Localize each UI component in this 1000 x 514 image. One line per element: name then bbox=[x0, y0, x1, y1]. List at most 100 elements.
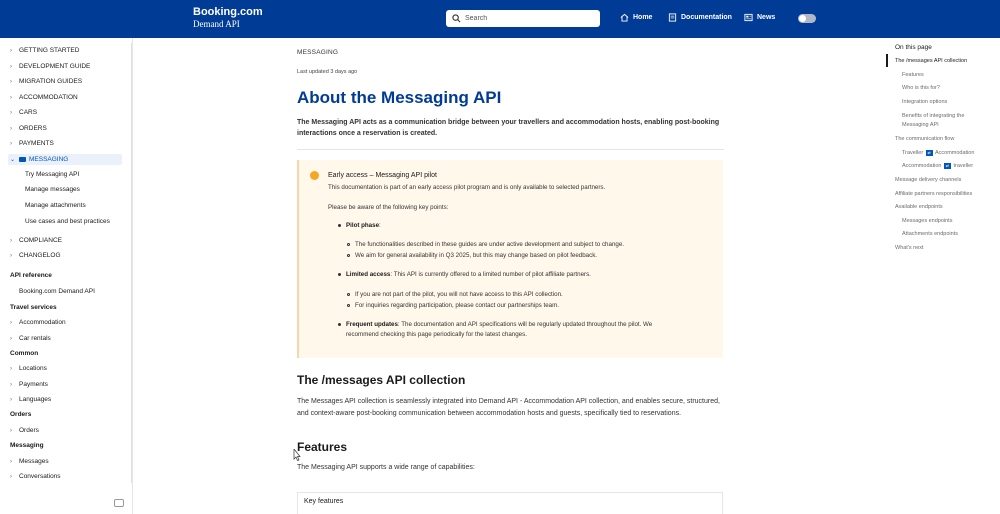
callout-bullet-frequent-cont: recommend checking this page periodicall… bbox=[346, 331, 527, 338]
callout-bullet-frequent: Frequent updates: The documentation and … bbox=[338, 321, 652, 328]
sidebar-item-ref-messages[interactable]: › Messages bbox=[10, 458, 49, 465]
theme-toggle[interactable] bbox=[798, 14, 816, 23]
nav-home-label: Home bbox=[633, 14, 653, 21]
toc-item-collection[interactable]: The /messages API collection bbox=[895, 57, 967, 65]
toc-item-benefits[interactable]: Benefits of integrating the bbox=[902, 112, 964, 120]
chevron-down-icon: ⌄ bbox=[10, 157, 16, 163]
sidebar-heading-common: Common bbox=[10, 350, 39, 357]
sidebar-item-compliance[interactable]: › COMPLIANCE bbox=[10, 237, 62, 244]
chevron-right-icon: › bbox=[10, 320, 12, 326]
product-name: Demand API bbox=[193, 19, 240, 29]
chevron-right-icon: › bbox=[10, 366, 12, 372]
callout-intro: This documentation is part of an early a… bbox=[328, 184, 606, 191]
toc-item-communication-flow[interactable]: The communication flow bbox=[895, 135, 954, 143]
toc-item-attachments-endpoints[interactable]: Attachments endpoints bbox=[902, 230, 958, 238]
sidebar-item-payments[interactable]: › PAYMENTS bbox=[10, 140, 54, 147]
chevron-right-icon: › bbox=[10, 382, 12, 388]
sidebar-item-ref-conversations[interactable]: › Conversations bbox=[10, 473, 61, 480]
sidebar-item-changelog[interactable]: › CHANGELOG bbox=[10, 252, 61, 259]
swap-arrow-icon: ⇄ bbox=[925, 149, 933, 156]
nav-news-label: News bbox=[757, 14, 776, 21]
sidebar-scrollbar[interactable] bbox=[131, 43, 132, 483]
sidebar-item-ref-locations[interactable]: › Locations bbox=[10, 365, 47, 372]
nav-home[interactable]: Home bbox=[620, 13, 652, 22]
chevron-right-icon: › bbox=[10, 459, 12, 465]
toc-title: On this page bbox=[895, 44, 932, 51]
sidebar-heading-travel-services: Travel services bbox=[10, 304, 57, 311]
sidebar-item-getting-started[interactable]: › GETTING STARTED bbox=[10, 47, 79, 54]
toc-item-delivery-channels[interactable]: Message delivery channels bbox=[895, 176, 961, 184]
sidebar-item-manage-messages[interactable]: Manage messages bbox=[25, 186, 80, 193]
section-heading-features: Features bbox=[297, 440, 348, 454]
nav-documentation-label: Documentation bbox=[681, 14, 732, 21]
toc-item-flow-traveller[interactable]: Traveller ⇄ Accommodation bbox=[902, 149, 974, 157]
toc-item-integration-options[interactable]: Integration options bbox=[902, 98, 947, 106]
key-features-header: Key features bbox=[304, 498, 344, 505]
sidebar-item-cars[interactable]: › CARS bbox=[10, 109, 37, 116]
sidebar-item-ref-payments[interactable]: › Payments bbox=[10, 381, 48, 388]
early-access-callout: Early access – Messaging API pilot This … bbox=[297, 160, 723, 358]
document-icon bbox=[668, 13, 677, 22]
toc-item-messages-endpoints[interactable]: Messages endpoints bbox=[902, 217, 952, 225]
bullet-icon bbox=[347, 242, 350, 246]
toc-item-whats-next[interactable]: What's next bbox=[895, 244, 924, 252]
sidebar-item-try-messaging-api[interactable]: Try Messaging API bbox=[25, 171, 79, 178]
bullet-icon bbox=[347, 303, 350, 307]
chevron-right-icon: › bbox=[10, 336, 12, 342]
chevron-right-icon: › bbox=[10, 126, 12, 132]
sidebar-heading-orders: Orders bbox=[10, 411, 32, 418]
toc-item-available-endpoints[interactable]: Available endpoints bbox=[895, 203, 943, 211]
chevron-right-icon: › bbox=[10, 253, 12, 259]
toc-item-features[interactable]: Features bbox=[902, 71, 924, 79]
toc-item-who[interactable]: Who is this for? bbox=[902, 84, 940, 92]
sidebar-item-messaging[interactable]: ⌄ MESSAGING bbox=[10, 156, 68, 163]
callout-subbullet: For inquiries regarding participation, p… bbox=[347, 302, 559, 309]
callout-subbullet: If you are not part of the pilot, you wi… bbox=[347, 291, 563, 298]
chevron-right-icon: › bbox=[10, 397, 12, 403]
sidebar-item-ref-languages[interactable]: › Languages bbox=[10, 396, 51, 403]
key-features-table: Key features bbox=[297, 492, 723, 514]
sidebar-item-use-cases[interactable]: Use cases and best practices bbox=[25, 218, 110, 225]
nav-news[interactable]: News bbox=[744, 13, 775, 22]
section-heading-collection: The /messages API collection bbox=[297, 373, 466, 387]
callout-subbullet: The functionalities described in these g… bbox=[347, 241, 624, 248]
nav-documentation[interactable]: Documentation bbox=[668, 13, 732, 22]
sidebar-item-ref-car-rentals[interactable]: › Car rentals bbox=[10, 335, 51, 342]
top-navigation-bar: Booking.com Demand API Home Documentatio… bbox=[0, 0, 1000, 38]
sidebar-heading-api-reference: API reference bbox=[10, 272, 52, 279]
sidebar-item-demand-api[interactable]: Booking.com Demand API bbox=[19, 288, 95, 295]
callout-subbullet: We aim for general availability in Q3 20… bbox=[347, 252, 597, 259]
toc-item-flow-accommodation[interactable]: Accommodation ⇄ traveller bbox=[902, 162, 973, 170]
callout-bullet-limited: Limited access: This API is currently of… bbox=[338, 271, 591, 278]
search-icon bbox=[452, 14, 461, 23]
sidebar-item-ref-accommodation[interactable]: › Accommodation bbox=[10, 319, 66, 326]
brand-logo[interactable]: Booking.com Demand API bbox=[193, 6, 263, 30]
chevron-right-icon: › bbox=[10, 79, 12, 85]
breadcrumb[interactable]: MESSAGING bbox=[297, 49, 338, 56]
brand-name: Booking.com bbox=[193, 6, 263, 18]
toc-active-indicator bbox=[886, 54, 888, 67]
sidebar-item-manage-attachments[interactable]: Manage attachments bbox=[25, 202, 86, 209]
bullet-icon bbox=[338, 322, 341, 326]
sidebar-item-ref-orders[interactable]: › Orders bbox=[10, 427, 39, 434]
callout-bullet-pilot: Pilot phase: bbox=[338, 222, 381, 229]
sidebar-item-orders[interactable]: › ORDERS bbox=[10, 125, 47, 132]
chevron-right-icon: › bbox=[10, 64, 12, 70]
callout-title: Early access – Messaging API pilot bbox=[328, 172, 437, 179]
home-icon bbox=[620, 13, 629, 22]
bullet-icon bbox=[347, 292, 350, 296]
search-box[interactable] bbox=[446, 10, 600, 27]
callout-aware: Please be aware of the following key poi… bbox=[328, 204, 449, 211]
page-lead: The Messaging API acts as a communicatio… bbox=[297, 119, 720, 137]
sidebar-item-accommodation[interactable]: › ACCOMMODATION bbox=[10, 94, 78, 101]
sidebar-item-development-guide[interactable]: › DEVELOPMENT GUIDE bbox=[10, 63, 90, 70]
bullet-icon bbox=[338, 272, 341, 276]
swap-arrow-icon: ⇄ bbox=[943, 162, 951, 169]
page-title: About the Messaging API bbox=[297, 88, 502, 107]
toc-item-responsibilities[interactable]: Affiliate partners responsibilities bbox=[895, 190, 972, 198]
sidebar-item-migration-guides[interactable]: › MIGRATION GUIDES bbox=[10, 78, 82, 85]
collapse-sidebar-icon[interactable] bbox=[114, 499, 124, 507]
toc-item-benefits-cont[interactable]: Messaging API bbox=[902, 121, 939, 129]
chevron-right-icon: › bbox=[10, 95, 12, 101]
search-input[interactable] bbox=[465, 15, 585, 22]
